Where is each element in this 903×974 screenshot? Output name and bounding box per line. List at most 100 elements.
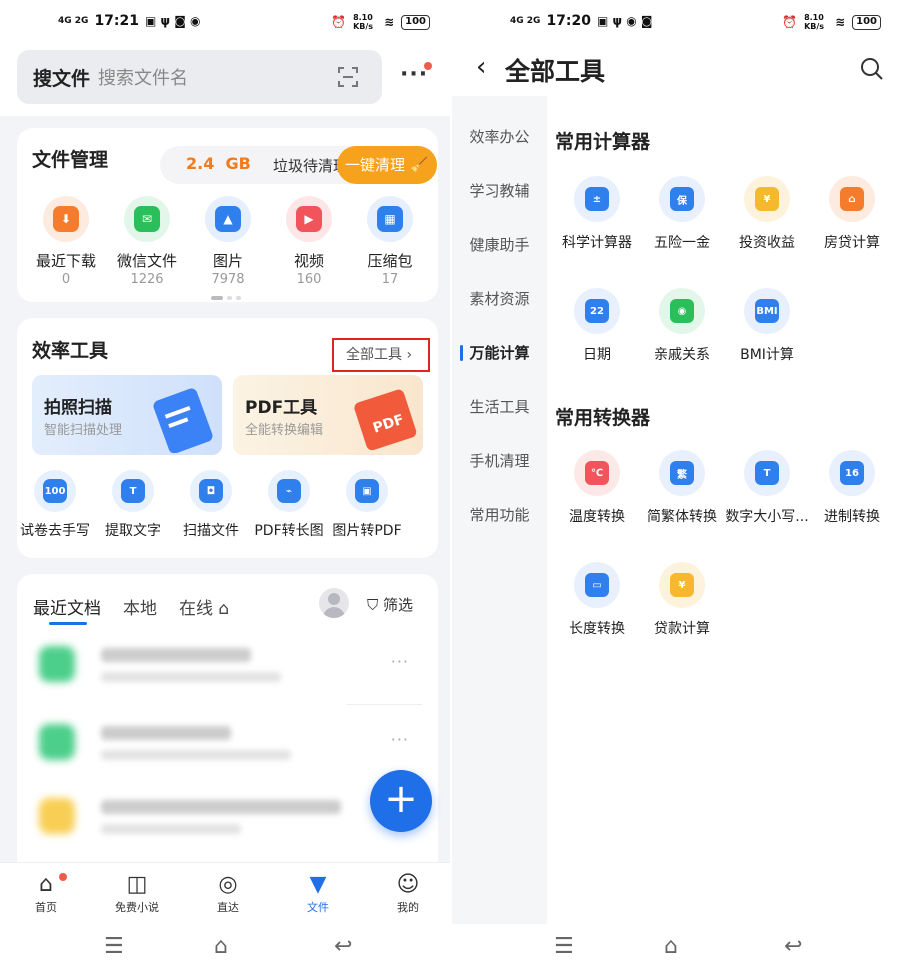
sidebar-item-3[interactable]: 素材资源 [452,288,547,309]
tab-online[interactable]: 在线 ⌂ [179,594,229,619]
menu-icon[interactable]: ☰ [554,934,574,959]
calc-tool-icon: ▭ [585,573,609,597]
calc-tool-icon: BMI [755,299,779,323]
calc-tool-icon: ¥ [670,573,694,597]
calc-tool-2[interactable]: T 数字大小写... [724,450,810,526]
calc-tool-label: 数字大小写... [725,509,809,525]
notification-icons: ▣ ψ ◉ ◙ [597,14,653,28]
scan-icon[interactable] [336,65,360,89]
tool-4[interactable]: ▣ 图片转PDF [325,470,409,540]
calc-tool-4[interactable]: ▭ 长度转换 [554,562,640,638]
file-category-count: 0 [61,272,71,287]
tool-2[interactable]: ◘ 扫描文件 [169,470,253,540]
calc-tool-icon: ⌂ [840,187,864,211]
calc-tool-5[interactable]: ◉ 亲戚关系 [639,288,725,364]
back-button-icon[interactable]: ↩ [334,934,352,959]
calc-tool-label: BMI计算 [740,347,794,363]
status-time: 17:21 [94,13,140,29]
sidebar-item-6[interactable]: 手机清理 [452,450,547,471]
tool-3[interactable]: ⌁ PDF转长图 [247,470,331,540]
calc-tool-4[interactable]: 22 日期 [554,288,640,364]
tool-label: 图片转PDF [332,523,402,539]
pdf-tools-tile[interactable]: PDF工具 全能转换编辑 PDF [233,375,423,455]
tool-0[interactable]: 100 试卷去手写 [13,470,97,540]
file-category-0[interactable]: ⬇ 最近下载 0 [28,196,104,287]
search-input[interactable]: 搜文件 搜索文件名 [17,50,382,104]
net-speed: 8.10 KB/s [353,13,374,31]
list-item[interactable]: ··· [39,646,419,686]
file-category-label: 视频 [293,252,324,270]
tab-recent-docs[interactable]: 最近文档 [33,594,101,619]
menu-icon[interactable]: ☰ [104,934,124,959]
doc-file-icon [39,798,75,834]
exam-icon: 100 [43,479,67,503]
file-management-title: 文件管理 [32,149,109,171]
file-category-count: 7978 [211,272,245,287]
calc-tool-1[interactable]: 保五险一金 [639,176,725,252]
calc-tool-0[interactable]: ± 科学计算器 [554,176,640,252]
battery-icon: 100 [852,14,881,30]
calc-tool-2[interactable]: ¥ 投资收益 [724,176,810,252]
filter-icon: ⛉ [367,596,379,614]
all-tools-link[interactable]: 全部工具 › [332,338,430,372]
calc-tool-6[interactable]: BMI BMI计算 [724,288,810,364]
text-extract-icon: T [121,479,145,503]
file-category-3[interactable]: ▶ 视频 160 [271,196,347,287]
calc-tool-0[interactable]: ℃ 温度转换 [554,450,640,526]
converter-section-title: 常用转换器 [555,407,651,429]
pdf-tools-title: PDF工具 [245,398,318,418]
calc-tool-icon: ℃ [585,461,609,485]
nav-file[interactable]: ▼ 文件 [278,871,358,915]
doc-more-icon[interactable]: ··· [391,730,409,749]
home-button-icon[interactable]: ⌂ [664,934,678,959]
tools-content: 常用计算器 ± 科学计算器保五险一金 ¥ 投资收益 ⌂ 房贷计算 22 日期 ◉ 亲戚关系 BMI B… [547,96,903,924]
calc-tool-3[interactable]: ⌂ 房贷计算 [809,176,895,252]
efficiency-tools-card: 效率工具 全部工具 › 拍照扫描 智能扫描处理 PDF工具 全能转换编辑 PDF… [17,318,438,558]
nav-home[interactable]: ⌂ 首页 [6,871,86,915]
sidebar-item-7[interactable]: 常用功能 [452,504,547,525]
calc-tool-label: 进制转换 [824,509,880,525]
recent-docs-card: 最近文档 本地 在线 ⌂ ⛉ 筛选 ··· ··· [17,574,438,874]
pdf-long-image-icon: ⌁ [277,479,301,503]
nav-direct[interactable]: ◎ 直达 [188,871,268,915]
calc-tool-1[interactable]: 繁简繁体转换 [639,450,725,526]
file-category-2[interactable]: ▲ 图片 7978 [190,196,266,287]
nav-mine[interactable]: ☺ 我的 [368,871,448,915]
direct-icon: ◎ [218,872,238,897]
file-category-4[interactable]: ▦ 压缩包 17 [352,196,428,287]
one-click-clean-button[interactable]: 一键清理 🧹 [337,146,437,184]
list-item[interactable] [39,798,419,838]
wifi-icon: ≋ [835,15,846,29]
sidebar-item-2[interactable]: 健康助手 [452,234,547,255]
tool-label: 提取文字 [105,523,161,539]
avatar[interactable] [319,588,349,618]
alarm-icon: ⏰ [782,15,798,29]
sidebar-item-0[interactable]: 效率办公 [452,126,547,147]
filter-button[interactable]: ⛉ 筛选 [367,594,413,615]
signal-icon: 4G 2G [58,15,89,26]
add-fab-button[interactable]: + [370,770,432,832]
doc-more-icon[interactable]: ··· [391,652,409,671]
sidebar-item-4[interactable]: 万能计算 [452,342,547,363]
calc-tool-3[interactable]: 16 进制转换 [809,450,895,526]
status-bar: 4G 2G 17:21 ▣ ψ ◙ ◉ ⏰ 8.10 KB/s ≋ 100 [0,0,452,46]
back-icon[interactable]: ‹ [476,52,486,82]
photo-scan-tile[interactable]: 拍照扫描 智能扫描处理 [32,375,222,455]
sidebar-item-1[interactable]: 学习教辅 [452,180,547,201]
calc-tool-icon: ¥ [755,187,779,211]
list-item[interactable]: ··· [39,724,419,764]
file-category-1[interactable]: ✉ 微信文件 1226 [109,196,185,287]
sidebar-item-5[interactable]: 生活工具 [452,396,547,417]
tab-local[interactable]: 本地 [123,594,157,619]
back-button-icon[interactable]: ↩ [784,934,802,959]
wifi-icon: ≋ [384,15,395,29]
profile-icon: ☺ [396,872,420,897]
file-category-count: 1226 [130,272,164,287]
nav-novel[interactable]: ◫ 免费小说 [97,871,177,915]
calc-tool-5[interactable]: ¥ 贷款计算 [639,562,725,638]
scan-illustration-icon [153,388,213,453]
tool-1[interactable]: T 提取文字 [91,470,175,540]
tool-label: 扫描文件 [183,523,239,539]
search-icon[interactable] [859,56,885,82]
home-button-icon[interactable]: ⌂ [214,934,228,959]
